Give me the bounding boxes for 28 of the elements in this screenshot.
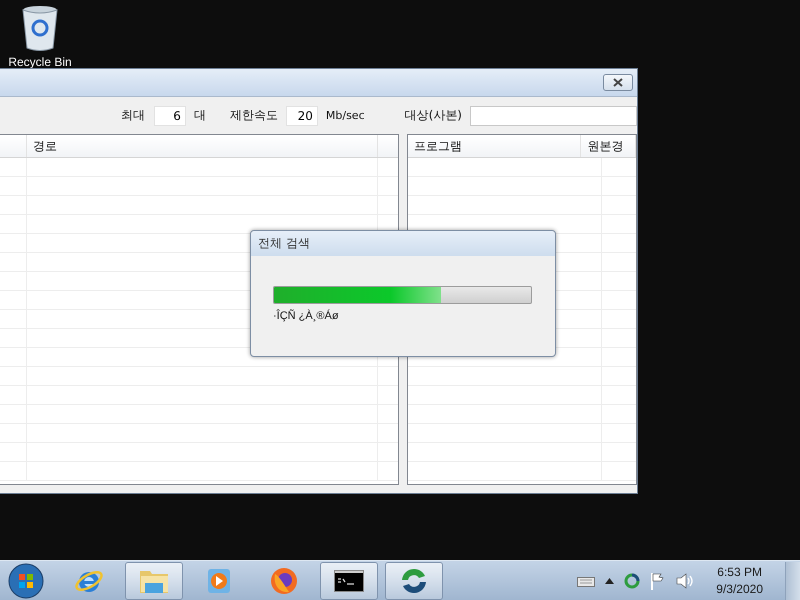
dialog-title: 전체 검색: [251, 231, 555, 256]
status-text: ·ÎÇÑ ¿À¸®Áø: [273, 310, 340, 322]
start-button[interactable]: [6, 562, 46, 600]
max-count-field[interactable]: 6: [154, 106, 186, 126]
keyboard-icon[interactable]: [577, 574, 596, 586]
flag-icon[interactable]: [650, 572, 666, 590]
unit-label: 대: [194, 107, 206, 124]
play-icon: [205, 566, 233, 594]
close-icon: [612, 78, 624, 87]
column-header[interactable]: 원본경: [581, 135, 636, 157]
column-header[interactable]: 프로그램: [408, 135, 582, 157]
taskbar-button[interactable]: [385, 562, 443, 600]
max-label: 최대: [120, 107, 145, 124]
speaker-icon[interactable]: [676, 572, 694, 588]
target-label: 대상(사본): [404, 107, 462, 124]
close-button[interactable]: [603, 74, 633, 91]
speed-limit-label: 제한속도: [230, 107, 278, 124]
fox-globe-icon: [269, 566, 299, 596]
console-icon: [334, 570, 364, 592]
speed-unit-label: Mb/sec: [326, 109, 365, 122]
speed-limit-field[interactable]: 20: [286, 106, 318, 126]
clock[interactable]: 6:53 PM 9/3/2020: [712, 564, 767, 598]
taskbar-button[interactable]: [320, 562, 378, 600]
desktop-icon-label[interactable]: Recycle Bin: [8, 55, 72, 69]
ring-icon[interactable]: [624, 572, 640, 588]
show-hidden-icons-icon[interactable]: [605, 578, 614, 584]
target-field[interactable]: [470, 106, 637, 126]
trash-bin-icon: [20, 4, 60, 52]
